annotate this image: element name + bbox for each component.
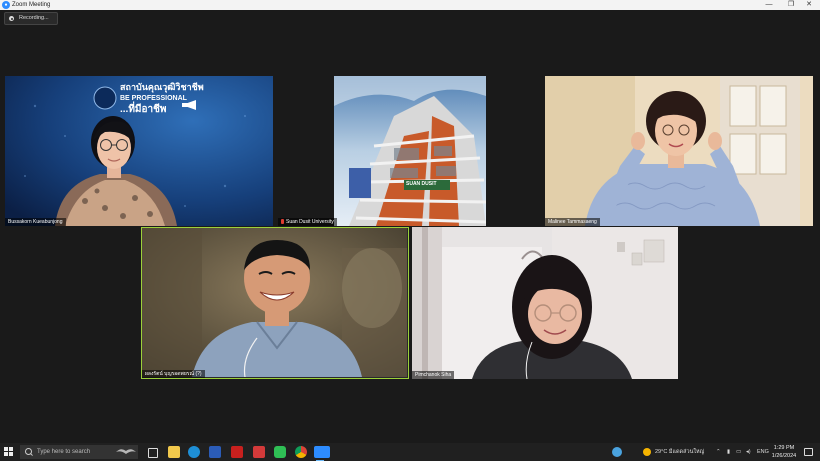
windows-start-button[interactable] xyxy=(4,447,14,457)
participant-nametag: Malinee Tammasaeng xyxy=(545,218,600,226)
minimize-button[interactable]: — xyxy=(760,0,778,10)
participant-name: ผลงรัตน์ บุญรอดพยรณ์ (?) xyxy=(145,371,202,377)
file-explorer-icon[interactable] xyxy=(168,446,180,458)
line-icon[interactable] xyxy=(274,446,286,458)
word-icon[interactable] xyxy=(209,446,221,458)
acrobat-icon[interactable] xyxy=(231,446,243,458)
volume-icon[interactable]: ◂) xyxy=(746,443,751,461)
recording-indicator[interactable]: Recording... xyxy=(4,12,58,25)
video-tile-active-speaker[interactable]: ผลงรัตน์ บุญรอดพยรณ์ (?) xyxy=(141,227,409,379)
zoom-app-icon: ● xyxy=(2,1,10,9)
zoom-taskbar-icon[interactable] xyxy=(314,446,330,461)
participant-name: Suan Dusit University xyxy=(286,219,334,225)
participant-name: Bussakorn Kueabunjong xyxy=(8,219,63,225)
tray-chevron-icon[interactable]: ⌃ xyxy=(716,443,721,461)
video-feed xyxy=(412,227,678,379)
participant-name: Pimchanok Siha xyxy=(415,372,452,378)
weather-text[interactable]: 29°C มีแดดส่วนใหญ่ xyxy=(655,443,704,461)
video-tile-malinee[interactable]: Malinee Tammasaeng xyxy=(545,76,813,226)
windows-taskbar: Type here to search 29°C มีแดดส่วนใหญ่ ⌃… xyxy=(0,443,820,461)
participant-nametag-suan-dusit: Suan Dusit University xyxy=(278,218,337,226)
help-icon[interactable] xyxy=(612,447,622,457)
maximize-button[interactable]: ❐ xyxy=(782,0,800,10)
mic-tray-icon[interactable]: ▮ xyxy=(727,443,730,461)
video-tile-bussakorn[interactable]: สถาบันคุณวุฒิวิชาชีพ BE PROFESSIONAL ...… xyxy=(5,76,273,226)
edge-icon[interactable] xyxy=(188,446,200,458)
photo-app-icon[interactable] xyxy=(253,446,265,458)
taskbar-clock[interactable]: 1:29 PM 1/26/2024 xyxy=(768,444,800,460)
mic-muted-icon xyxy=(281,219,284,225)
clock-time: 1:29 PM xyxy=(773,445,795,451)
recording-label: Recording... xyxy=(19,15,49,21)
participant-nametag: ผลงรัตน์ บุญรอดพยรณ์ (?) xyxy=(142,370,205,378)
chrome-icon[interactable] xyxy=(295,446,307,458)
video-tile-pimchanok[interactable]: Pimchanok Siha xyxy=(412,227,678,379)
network-icon[interactable]: ▭ xyxy=(736,443,741,461)
participant-name: Malinee Tammasaeng xyxy=(548,219,597,225)
search-icon xyxy=(25,448,32,455)
participant-nametag: Pimchanok Siha xyxy=(412,371,455,379)
video-feed xyxy=(334,76,486,226)
weather-sun-icon xyxy=(643,448,651,456)
participant-nametag: Bussakorn Kueabunjong xyxy=(5,218,66,226)
window-titlebar: ● Zoom Meeting — ❐ ✕ xyxy=(0,0,820,10)
close-button[interactable]: ✕ xyxy=(800,0,818,10)
video-tile-suan-dusit[interactable]: SUAN DUSIT Suan Dusit University xyxy=(334,76,486,226)
window-title: Zoom Meeting xyxy=(12,2,51,8)
video-feed xyxy=(545,76,813,226)
building-sign: SUAN DUSIT xyxy=(406,181,437,187)
video-feed xyxy=(142,228,407,378)
banner-text: สถาบันคุณวุฒิวิชาชีพ BE PROFESSIONAL ...… xyxy=(120,82,204,115)
record-icon xyxy=(9,16,14,21)
search-placeholder: Type here to search xyxy=(37,449,91,455)
clock-date: 1/26/2024 xyxy=(771,453,797,459)
bird-icon xyxy=(115,446,137,458)
banner-line-1: สถาบันคุณวุฒิวิชาชีพ xyxy=(120,82,204,92)
notification-icon[interactable] xyxy=(804,448,813,456)
task-view-icon[interactable] xyxy=(148,448,158,458)
